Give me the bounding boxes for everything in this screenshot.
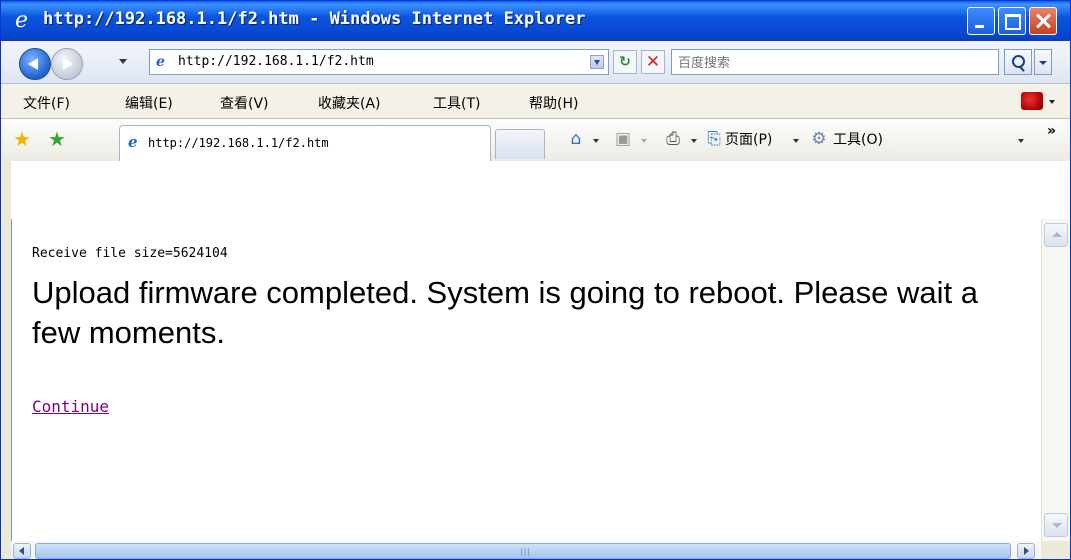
upload-status-message: Upload firmware completed. System is goi… (32, 275, 978, 350)
more-commands-icon[interactable]: » (1047, 123, 1056, 139)
page-icon: e (156, 54, 165, 70)
continue-link[interactable]: Continue (32, 397, 109, 416)
search-icon (1012, 55, 1025, 68)
history-dropdown-icon[interactable] (119, 59, 127, 64)
title-bar[interactable]: e http://192.168.1.1/f2.htm - Windows In… (1, 1, 1070, 41)
tools-menu-button[interactable]: 工具(O) (833, 129, 883, 151)
page-menu-button[interactable]: 页面(P) (725, 129, 772, 151)
toolbar-addon-icon[interactable] (1021, 92, 1043, 110)
gear-icon: ⚙ (811, 129, 827, 149)
stop-button[interactable]: ✕ (641, 50, 665, 74)
receive-size-text: Receive file size=5624104 (32, 246, 228, 261)
tab-ie-icon: e (128, 133, 138, 151)
tab-command-bar: ★ ★ e http://192.168.1.1/f2.htm ⌂ ▣ ⎙ ⎘ … (1, 119, 1070, 162)
forward-button[interactable] (51, 48, 83, 80)
address-url[interactable]: http://192.168.1.1/f2.htm (178, 54, 374, 69)
ie-logo-icon: e (15, 8, 29, 33)
scroll-left-button[interactable] (13, 543, 31, 559)
new-tab-button[interactable] (495, 129, 545, 159)
refresh-button[interactable]: ↻ (613, 50, 637, 74)
horizontal-scrollbar[interactable]: ||| (11, 541, 1041, 559)
add-favorite-icon[interactable]: ★ (48, 129, 66, 149)
maximize-button[interactable] (998, 7, 1026, 35)
home-icon[interactable]: ⌂ (566, 129, 586, 149)
close-button[interactable] (1029, 7, 1057, 35)
feed-dropdown-icon[interactable] (641, 139, 647, 143)
menu-bar: 文件(F) 编辑(E) 查看(V) 收藏夹(A) 工具(T) 帮助(H) (1, 84, 1070, 119)
window-title: http://192.168.1.1/f2.htm - Windows Inte… (43, 9, 586, 29)
search-box[interactable] (671, 49, 999, 75)
tab-label: http://192.168.1.1/f2.htm (148, 136, 329, 150)
page-dropdown-icon[interactable] (793, 139, 799, 143)
search-button[interactable] (1004, 49, 1032, 75)
chevron-down-icon[interactable] (1049, 100, 1055, 104)
menu-file[interactable]: 文件(F) (23, 93, 70, 113)
home-dropdown-icon[interactable] (593, 139, 599, 143)
vertical-scrollbar[interactable] (1041, 219, 1070, 541)
address-toolbar: e http://192.168.1.1/f2.htm ↻ ✕ (1, 41, 1070, 84)
scroll-up-button[interactable] (1044, 223, 1068, 247)
favorites-star-icon[interactable]: ★ (13, 129, 31, 149)
rss-feed-icon[interactable]: ▣ (613, 129, 633, 149)
menu-favorites[interactable]: 收藏夹(A) (318, 93, 381, 113)
address-field[interactable]: e http://192.168.1.1/f2.htm (149, 49, 609, 75)
left-frame (1, 161, 11, 559)
minimize-button[interactable] (967, 7, 995, 35)
page-content: Receive file size=5624104 Upload firmwar… (11, 219, 1042, 541)
menu-tools[interactable]: 工具(T) (433, 93, 480, 113)
scroll-corner (1041, 541, 1070, 559)
menu-view[interactable]: 查看(V) (220, 93, 269, 113)
address-dropdown-button[interactable] (590, 55, 604, 69)
search-input[interactable] (676, 52, 990, 74)
menu-edit[interactable]: 编辑(E) (125, 93, 173, 113)
browser-window: e http://192.168.1.1/f2.htm - Windows In… (0, 0, 1071, 560)
grip-icon: ||| (520, 547, 532, 556)
content-top (1, 161, 1070, 219)
page-menu-icon: ⎘ (707, 129, 721, 149)
menu-help[interactable]: 帮助(H) (529, 93, 578, 113)
search-options-button[interactable] (1034, 49, 1052, 75)
back-button[interactable] (19, 48, 51, 80)
print-dropdown-icon[interactable] (691, 139, 697, 143)
tab-current[interactable]: e http://192.168.1.1/f2.htm (119, 125, 491, 161)
scroll-right-button[interactable] (1017, 543, 1035, 559)
scroll-down-button[interactable] (1044, 513, 1068, 537)
tools-dropdown-icon[interactable] (1018, 139, 1024, 143)
horizontal-scroll-thumb[interactable]: ||| (35, 543, 1011, 559)
print-icon[interactable]: ⎙ (663, 129, 683, 149)
